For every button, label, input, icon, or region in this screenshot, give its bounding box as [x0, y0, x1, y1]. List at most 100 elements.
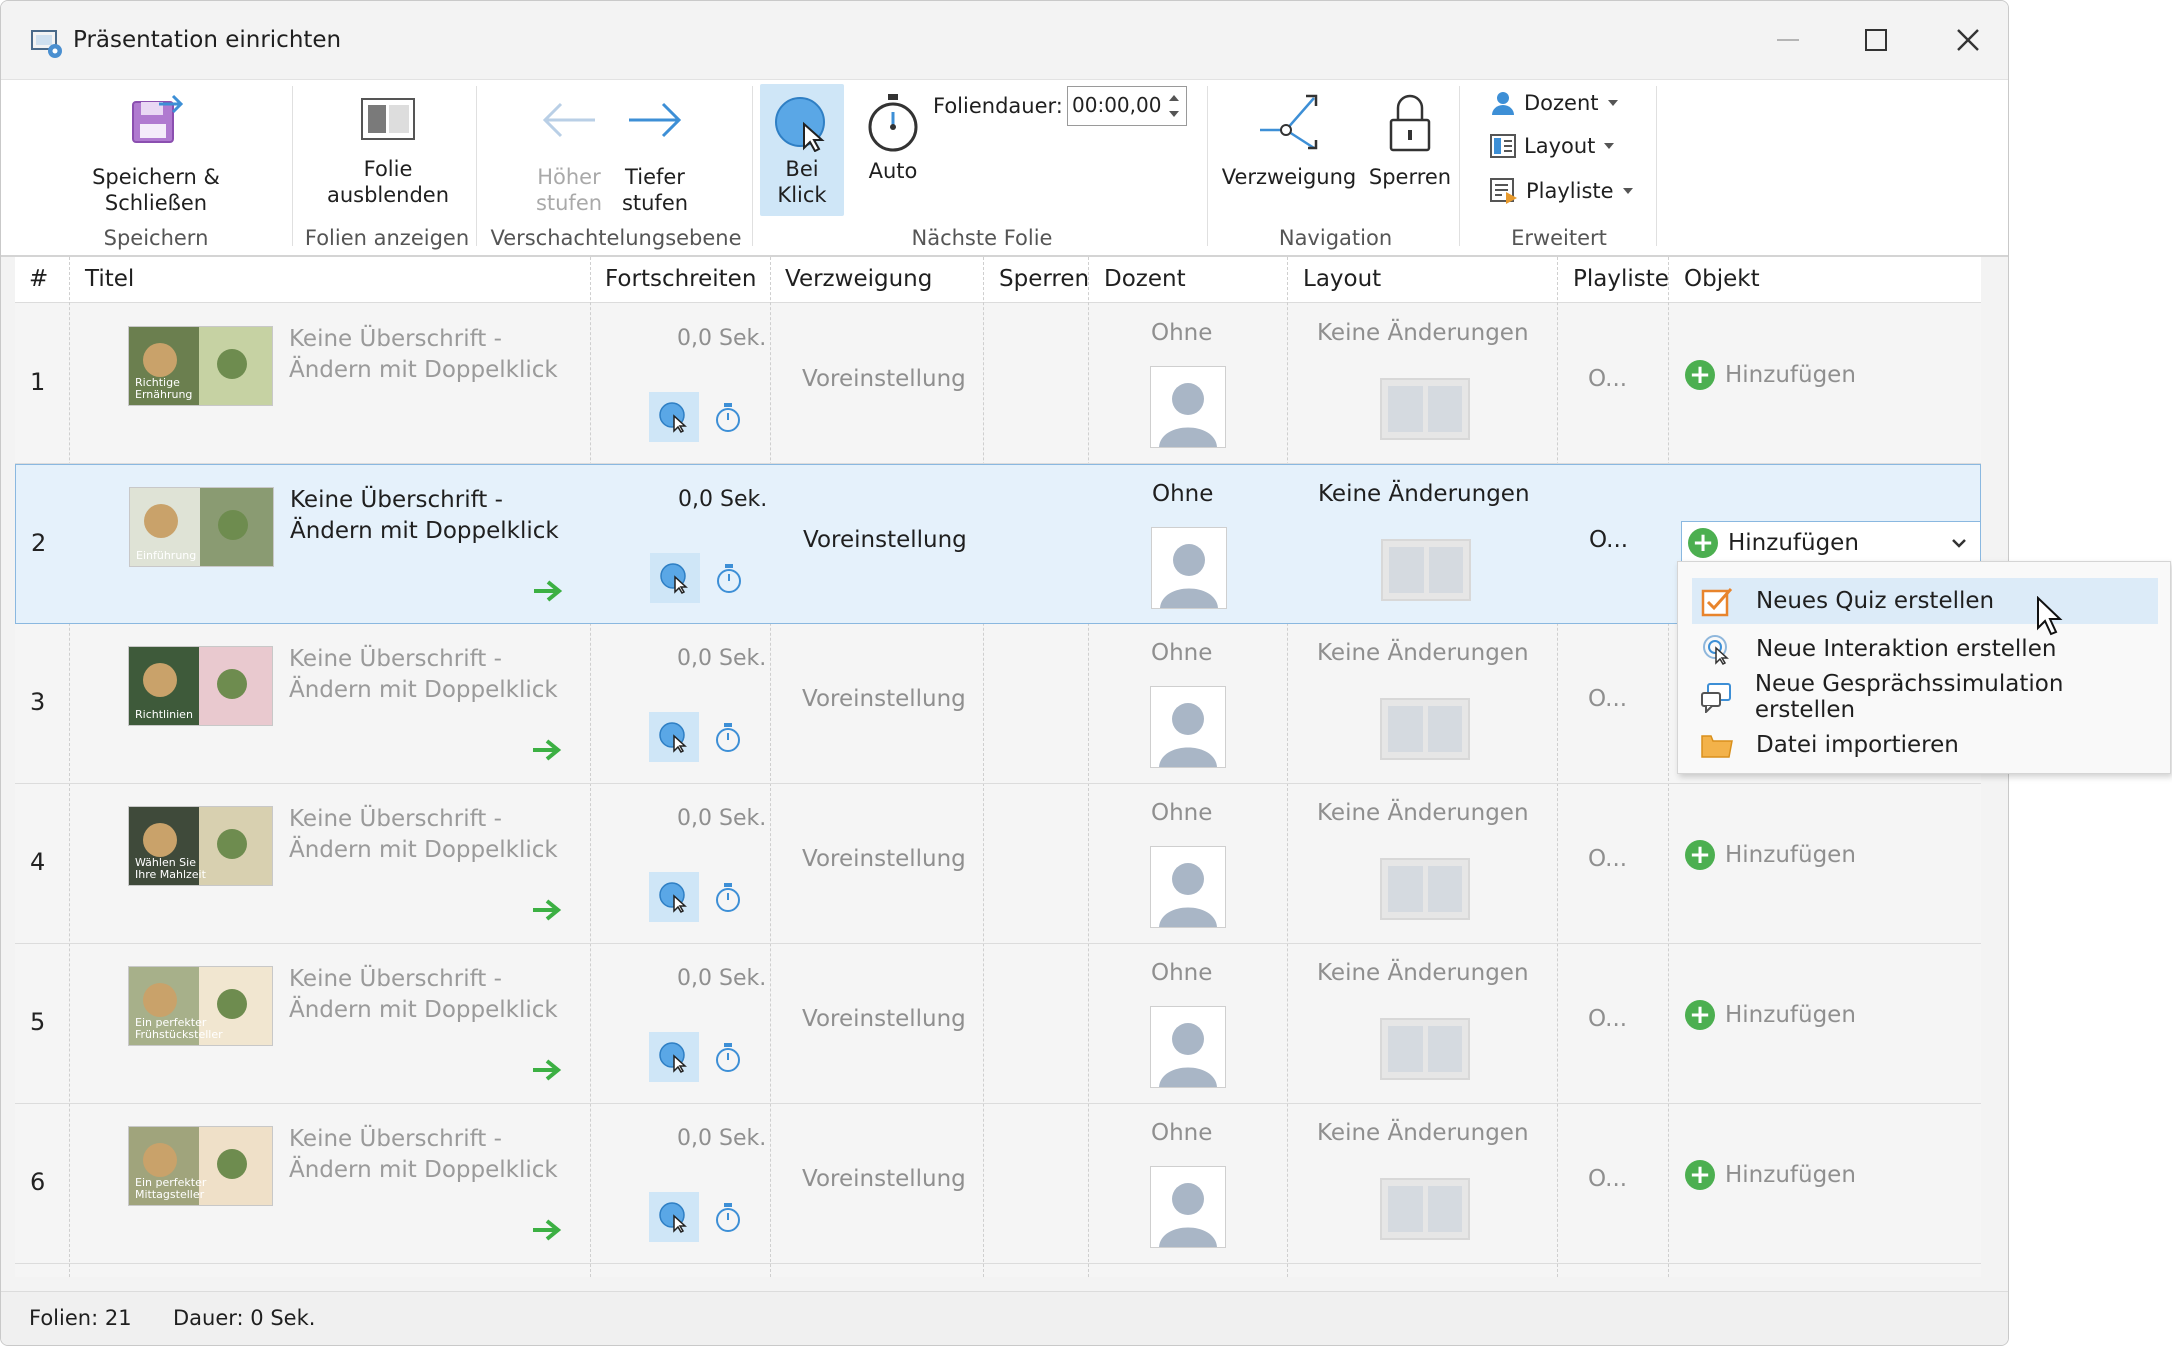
presenter-avatar[interactable]: [1150, 1166, 1226, 1248]
presenter-avatar[interactable]: [1150, 366, 1226, 448]
menu-item-import-file[interactable]: Datei importieren: [1692, 722, 2158, 768]
table-row[interactable]: 5 Ein perfekter Frühstücksteller Keine Ü…: [15, 944, 1981, 1104]
branching-button[interactable]: Verzweigung: [1221, 90, 1357, 190]
lock-button[interactable]: Sperren: [1365, 90, 1455, 190]
status-folien: Folien: 21: [29, 1306, 132, 1330]
auto-label: Auto: [868, 159, 918, 183]
add-object-button[interactable]: + Hinzufügen: [1685, 1160, 1856, 1190]
slide-title[interactable]: Keine Überschrift - Ändern mit Doppelkli…: [289, 324, 579, 386]
presenter-avatar[interactable]: [1150, 1006, 1226, 1088]
table-row[interactable]: 4 Wählen Sie Ihre Mahlzeit Keine Übersch…: [15, 784, 1981, 944]
layout-preview-icon[interactable]: [1380, 1178, 1470, 1240]
arrow-right-green-icon[interactable]: [532, 579, 564, 603]
presenter-avatar[interactable]: [1150, 846, 1226, 928]
demote-button[interactable]: Tiefer stufen: [615, 98, 695, 216]
advance-on-click-toggle[interactable]: [649, 872, 699, 922]
status-bar: Folien: 21 Dauer: 0 Sek.: [1, 1291, 2008, 1345]
add-object-button[interactable]: + Hinzufügen: [1685, 840, 1856, 870]
arrow-right-green-icon[interactable]: [531, 738, 563, 762]
layout-preview-icon[interactable]: [1381, 539, 1471, 601]
table-row[interactable]: 6 Ein perfekter Mittagsteller Keine Über…: [15, 1104, 1981, 1264]
presenter-avatar[interactable]: [1151, 527, 1227, 609]
col-header-playliste[interactable]: Playliste: [1573, 266, 1669, 292]
close-button[interactable]: [1936, 15, 2000, 65]
slide-thumbnail[interactable]: Ein perfekter Frühstücksteller: [128, 966, 273, 1046]
advance-on-click-toggle[interactable]: [649, 1032, 699, 1082]
branch-setting[interactable]: Voreinstellung: [802, 686, 966, 712]
caret-down-icon: [1622, 188, 1633, 194]
slide-thumbnail[interactable]: Ein perfekter Mittagsteller: [128, 1126, 273, 1206]
auto-button[interactable]: Auto: [857, 92, 929, 184]
on-click-label-1: Bei: [785, 157, 819, 181]
layout-preview-icon[interactable]: [1380, 698, 1470, 760]
add-object-label: Hinzufügen: [1725, 842, 1856, 868]
table-row[interactable]: 1 Richtige Ernährung Keine Überschrift -…: [15, 304, 1981, 464]
col-header-dozent[interactable]: Dozent: [1104, 266, 1186, 292]
foliendauer-spinner[interactable]: 00:00,00: [1067, 86, 1187, 126]
add-object-button[interactable]: + Hinzufügen: [1685, 1000, 1856, 1030]
playlist-value[interactable]: O...: [1588, 686, 1627, 712]
stopwatch-icon[interactable]: [714, 563, 744, 595]
save-close-button[interactable]: Speichern & Schließen: [41, 88, 271, 216]
arrow-right-green-icon[interactable]: [531, 898, 563, 922]
slide-title[interactable]: Keine Überschrift - Ändern mit Doppelkli…: [289, 964, 579, 1026]
hide-slide-button[interactable]: Folie ausblenden: [318, 94, 458, 208]
layout-preview-icon[interactable]: [1380, 1018, 1470, 1080]
speech-bubble-icon: [1701, 683, 1732, 713]
playlist-value[interactable]: O...: [1588, 1166, 1627, 1192]
branch-setting[interactable]: Voreinstellung: [803, 527, 967, 553]
stopwatch-icon[interactable]: [713, 1042, 743, 1074]
slide-thumbnail[interactable]: Wählen Sie Ihre Mahlzeit: [128, 806, 273, 886]
stopwatch-icon[interactable]: [713, 882, 743, 914]
arrow-right-green-icon[interactable]: [531, 1218, 563, 1242]
stopwatch-icon[interactable]: [713, 1202, 743, 1234]
on-click-button[interactable]: Bei Klick: [760, 84, 844, 216]
slide-title[interactable]: Keine Überschrift - Ändern mit Doppelkli…: [289, 644, 579, 706]
playlist-value[interactable]: O...: [1588, 366, 1627, 392]
layout-preview-icon[interactable]: [1380, 378, 1470, 440]
add-object-button[interactable]: + Hinzufügen: [1685, 360, 1856, 390]
promote-label-1: Höher: [537, 165, 601, 189]
maximize-button[interactable]: [1844, 15, 1908, 65]
arrow-right-green-icon[interactable]: [531, 1058, 563, 1082]
slide-title[interactable]: Keine Überschrift - Ändern mit Doppelkli…: [289, 1124, 579, 1186]
slide-thumbnail[interactable]: Richtige Ernährung: [128, 326, 273, 406]
col-header-fortschreiten[interactable]: Fortschreiten: [605, 266, 756, 292]
slide-thumbnail[interactable]: Einführung: [129, 487, 274, 567]
layout-preview-icon[interactable]: [1380, 858, 1470, 920]
col-header-sperren[interactable]: Sperren: [999, 266, 1089, 292]
advance-on-click-toggle[interactable]: [649, 712, 699, 762]
branch-setting[interactable]: Voreinstellung: [802, 366, 966, 392]
advance-on-click-toggle[interactable]: [649, 392, 699, 442]
playlist-value[interactable]: O...: [1588, 1006, 1627, 1032]
playlist-value[interactable]: O...: [1589, 527, 1628, 553]
spin-arrows-icon[interactable]: [1166, 89, 1182, 123]
advance-on-click-toggle[interactable]: [649, 1192, 699, 1242]
slide-title[interactable]: Keine Überschrift - Ändern mit Doppelkli…: [290, 485, 580, 547]
stopwatch-icon[interactable]: [713, 402, 743, 434]
col-header-num[interactable]: #: [29, 266, 48, 292]
playlist-value[interactable]: O...: [1588, 846, 1627, 872]
branch-setting[interactable]: Voreinstellung: [802, 1006, 966, 1032]
slide-title[interactable]: Keine Überschrift - Ändern mit Doppelkli…: [289, 804, 579, 866]
branch-setting[interactable]: Voreinstellung: [802, 1166, 966, 1192]
col-header-titel[interactable]: Titel: [85, 266, 134, 292]
dozent-dropdown[interactable]: Dozent: [1490, 90, 1619, 116]
advance-on-click-toggle[interactable]: [650, 553, 700, 603]
thumbnail-caption: Ein perfekter Mittagsteller: [135, 1176, 207, 1201]
minimize-button[interactable]: [1756, 15, 1820, 65]
menu-item-new-interaction[interactable]: Neue Interaktion erstellen: [1692, 626, 2158, 672]
col-header-verzweigung[interactable]: Verzweigung: [785, 266, 932, 292]
add-object-combobox[interactable]: + Hinzufügen: [1681, 521, 1981, 565]
layout-dropdown[interactable]: Layout: [1490, 134, 1615, 158]
col-header-layout[interactable]: Layout: [1303, 266, 1381, 292]
stopwatch-icon[interactable]: [713, 722, 743, 754]
menu-item-new-quiz[interactable]: Neues Quiz erstellen: [1692, 578, 2158, 624]
col-header-objekt[interactable]: Objekt: [1684, 266, 1760, 292]
branch-setting[interactable]: Voreinstellung: [802, 846, 966, 872]
playliste-dropdown[interactable]: Playliste: [1490, 178, 1634, 204]
presenter-avatar[interactable]: [1150, 686, 1226, 768]
menu-item-new-dialog-sim[interactable]: Neue Gesprächssimulation erstellen: [1692, 671, 2158, 723]
promote-button[interactable]: Höher stufen: [529, 98, 609, 216]
slide-thumbnail[interactable]: Richtlinien: [128, 646, 273, 726]
